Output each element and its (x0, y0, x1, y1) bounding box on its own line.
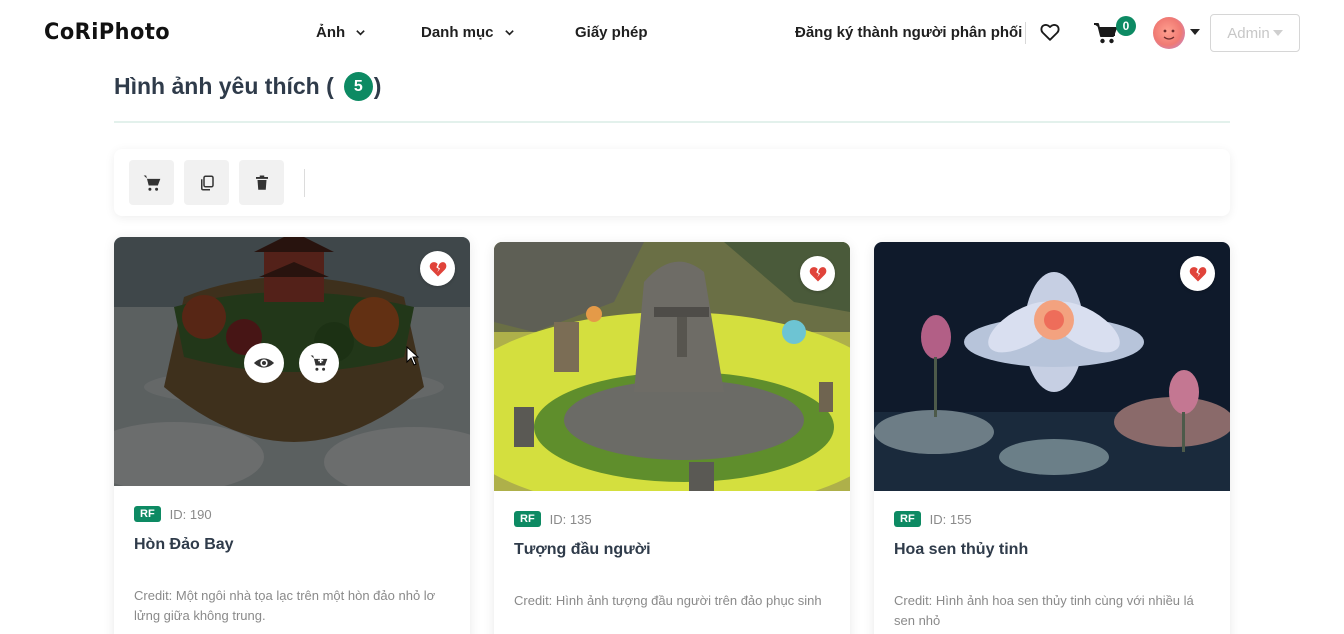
card-credit: Credit: Hình ảnh tượng đầu người trên đả… (514, 593, 822, 608)
favorite-card[interactable]: RF ID: 190 Hòn Đảo Bay Credit: Một ngôi … (114, 237, 470, 634)
nav-anh[interactable]: Ảnh (316, 24, 366, 41)
card-credit: Credit: Một ngôi nhà tọa lạc trên một hò… (134, 588, 436, 623)
glass-lotus-image (874, 242, 1230, 491)
admin-label: Admin (1227, 24, 1270, 42)
card-image[interactable] (874, 242, 1230, 491)
trash-icon (255, 175, 268, 190)
caret-down-icon[interactable] (1190, 29, 1200, 35)
license-badge: RF (134, 506, 161, 522)
admin-dropdown-button[interactable]: Admin (1210, 14, 1300, 52)
nav-danh-muc[interactable]: Danh mục (421, 24, 515, 41)
cart-add-icon (310, 355, 328, 371)
chevron-down-icon (504, 30, 514, 36)
bulk-actions-toolbar (114, 149, 1230, 216)
remove-favorite-button[interactable] (420, 251, 455, 286)
card-meta: RF ID: 135 (514, 511, 830, 527)
cart-count-badge: 0 (1116, 16, 1136, 36)
card-title[interactable]: Hoa sen thủy tinh (894, 541, 1210, 559)
card-image[interactable] (494, 242, 850, 491)
divider (1025, 22, 1026, 44)
divider (114, 121, 1230, 123)
license-badge: RF (894, 511, 921, 527)
card-title[interactable]: Hòn Đảo Bay (134, 536, 450, 554)
card-body: RF ID: 155 Hoa sen thủy tinh Credit: Hìn… (874, 491, 1230, 634)
moai-statue-image (494, 242, 850, 491)
heart-icon[interactable] (1039, 21, 1061, 43)
delete-all-button[interactable] (239, 160, 284, 205)
card-body: RF ID: 135 Tượng đầu người Credit: Hình … (494, 491, 850, 634)
broken-heart-icon (1189, 266, 1206, 281)
card-credit: Credit: Hình ảnh hoa sen thủy tinh cùng … (894, 593, 1194, 628)
nav-giay-phep[interactable]: Giấy phép (575, 24, 648, 41)
nav-danh-muc-label: Danh mục (421, 24, 494, 41)
add-all-to-cart-button[interactable] (129, 160, 174, 205)
remove-favorite-button[interactable] (800, 256, 835, 291)
image-id: ID: 135 (549, 511, 592, 527)
chevron-down-icon (356, 30, 365, 36)
broken-heart-icon (809, 266, 826, 281)
add-to-cart-button[interactable] (299, 343, 339, 383)
nav-giay-phep-label: Giấy phép (575, 24, 648, 41)
copy-icon (200, 175, 214, 190)
page-title: Hình ảnh yêu thích ( 5 ) (114, 72, 381, 101)
image-id: ID: 155 (929, 511, 972, 527)
mouse-cursor-icon (406, 346, 420, 366)
page-title-text: Hình ảnh yêu thích ( (114, 73, 334, 99)
card-title[interactable]: Tượng đầu người (514, 541, 830, 559)
avatar-face (1163, 29, 1175, 40)
cart-icon[interactable] (1092, 20, 1118, 46)
license-badge: RF (514, 511, 541, 527)
favorite-card[interactable]: RF ID: 135 Tượng đầu người Credit: Hình … (494, 242, 850, 634)
page-title-close: ) (373, 73, 382, 99)
image-id: ID: 190 (169, 506, 212, 522)
card-meta: RF ID: 190 (134, 506, 450, 522)
eye-icon (253, 358, 275, 368)
remove-favorite-button[interactable] (1180, 256, 1215, 291)
card-body: RF ID: 190 Hòn Đảo Bay Credit: Một ngôi … (114, 486, 470, 634)
broken-heart-icon (429, 261, 446, 276)
card-meta: RF ID: 155 (894, 511, 1210, 527)
copy-button[interactable] (184, 160, 229, 205)
toolbar-divider (304, 169, 305, 197)
preview-button[interactable] (244, 343, 284, 383)
caret-down-icon (1272, 30, 1283, 36)
cart-icon (143, 175, 160, 191)
top-navbar: CoRiPhoto Ảnh Danh mục Giấy phép Đăng ký… (0, 0, 1344, 66)
favorite-card[interactable]: RF ID: 155 Hoa sen thủy tinh Credit: Hìn… (874, 242, 1230, 634)
site-logo[interactable]: CoRiPhoto (44, 20, 170, 45)
favorites-count-badge: 5 (343, 72, 373, 101)
nav-anh-label: Ảnh (316, 24, 346, 41)
register-distributor-link[interactable]: Đăng ký thành người phân phối (795, 24, 1022, 41)
avatar[interactable] (1153, 17, 1185, 49)
